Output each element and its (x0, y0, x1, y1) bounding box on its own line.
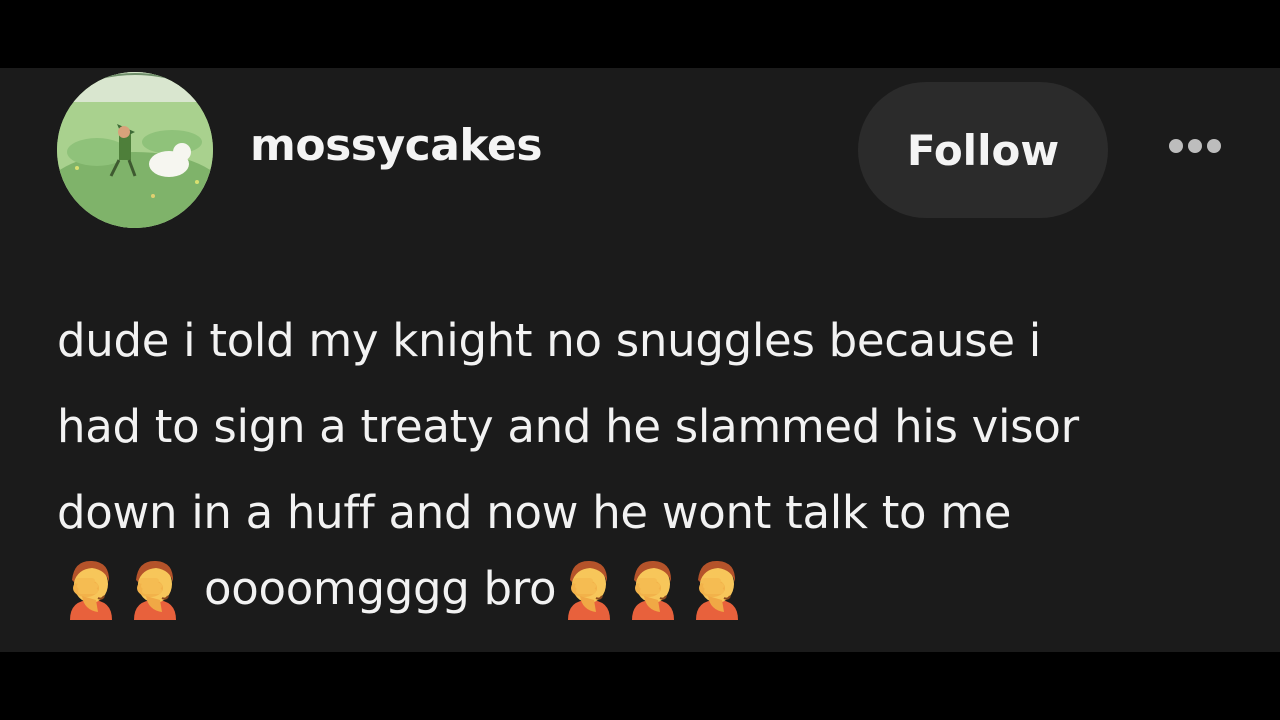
post-body-last-line: oooomgggg bro (62, 548, 752, 628)
avatar-image (57, 72, 213, 228)
follow-button[interactable]: Follow (858, 82, 1108, 218)
post-body: dude i told my knight no snuggles becaus… (57, 298, 1227, 556)
dot (1188, 139, 1202, 153)
more-options-icon[interactable] (1160, 136, 1230, 156)
dot (1169, 139, 1183, 153)
post-card: mossycakes Follow dude i told my knight … (0, 68, 1280, 652)
face-palm-emoji (126, 556, 184, 620)
face-palm-emoji (560, 556, 618, 620)
avatar[interactable] (57, 72, 213, 228)
post-body-line: dude i told my knight no snuggles becaus… (57, 314, 1041, 367)
post-body-line: down in a huff and now he wont talk to m… (57, 486, 1012, 539)
face-palm-emoji (62, 556, 120, 620)
username[interactable]: mossycakes (250, 124, 543, 168)
post-body-line: had to sign a treaty and he slammed his … (57, 400, 1079, 453)
dot (1207, 139, 1221, 153)
face-palm-emoji (624, 556, 682, 620)
face-palm-emoji (688, 556, 746, 620)
post-body-line: oooomgggg bro (204, 561, 557, 615)
